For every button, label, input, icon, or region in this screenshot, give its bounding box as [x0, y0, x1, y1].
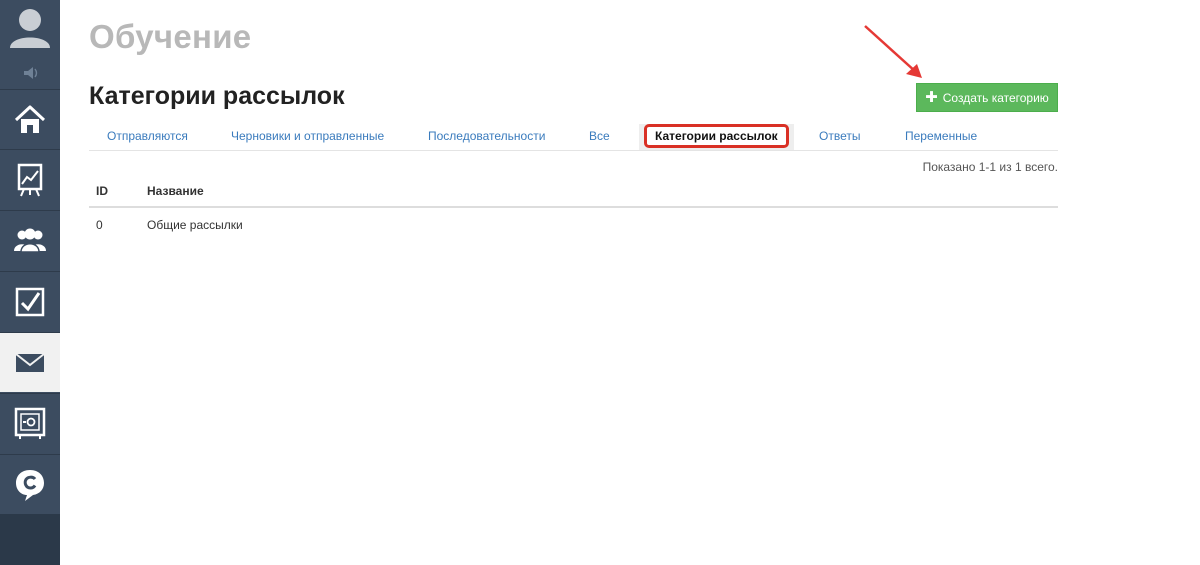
results-summary: Показано 1-1 из 1 всего.: [922, 160, 1058, 174]
checkbox-icon: [15, 287, 45, 316]
tab-drafts-sent[interactable]: Черновики и отправленные: [231, 122, 384, 150]
chat-icon: [16, 469, 44, 501]
safe-icon: [14, 407, 46, 439]
sidebar-item-users[interactable]: [0, 210, 60, 270]
chart-icon: [17, 163, 43, 196]
tab-all[interactable]: Все: [589, 122, 610, 150]
cell-id: 0: [96, 218, 103, 232]
create-category-label: Создать категорию: [942, 90, 1049, 105]
user-avatar[interactable]: [0, 0, 60, 58]
tab-bar: Отправляются Черновики и отправленные По…: [89, 122, 1058, 151]
table-header: ID Название: [89, 178, 1058, 208]
page-title: Категории рассылок: [89, 82, 345, 110]
speaker-icon: [24, 67, 38, 79]
mail-icon: [15, 352, 45, 372]
sound-toggle[interactable]: [0, 58, 60, 88]
sidebar-item-stats[interactable]: [0, 149, 60, 209]
column-header-id[interactable]: ID: [96, 184, 108, 198]
workspace-title: Обучение: [89, 18, 252, 55]
create-category-button[interactable]: ✚ Создать категорию: [916, 83, 1058, 112]
home-icon: [14, 105, 46, 133]
tab-mailing-categories[interactable]: Категории рассылок: [639, 124, 794, 150]
sidebar-item-safe[interactable]: [0, 393, 60, 453]
sidebar-footer: [0, 514, 60, 565]
sidebar-item-mail[interactable]: [0, 332, 60, 392]
tab-sequences[interactable]: Последовательности: [428, 122, 545, 150]
sidebar-item-chat[interactable]: [0, 454, 60, 514]
sidebar-item-tasks[interactable]: [0, 271, 60, 331]
annotation-arrow: [864, 25, 922, 78]
tab-mailing-categories-label: Категории рассылок: [644, 124, 789, 148]
user-icon: [10, 9, 50, 48]
column-header-name[interactable]: Название: [147, 184, 204, 198]
plus-icon: ✚: [925, 89, 938, 106]
table-row[interactable]: 0 Общие рассылки: [89, 208, 1058, 240]
tab-variables[interactable]: Переменные: [905, 122, 977, 150]
cell-name[interactable]: Общие рассылки: [147, 218, 243, 232]
tab-replies[interactable]: Ответы: [819, 122, 860, 150]
users-icon: [14, 228, 46, 253]
sidebar: [0, 0, 60, 565]
categories-table: ID Название 0 Общие рассылки: [89, 178, 1058, 240]
sidebar-item-home[interactable]: [0, 89, 60, 149]
tab-sending[interactable]: Отправляются: [107, 122, 188, 150]
